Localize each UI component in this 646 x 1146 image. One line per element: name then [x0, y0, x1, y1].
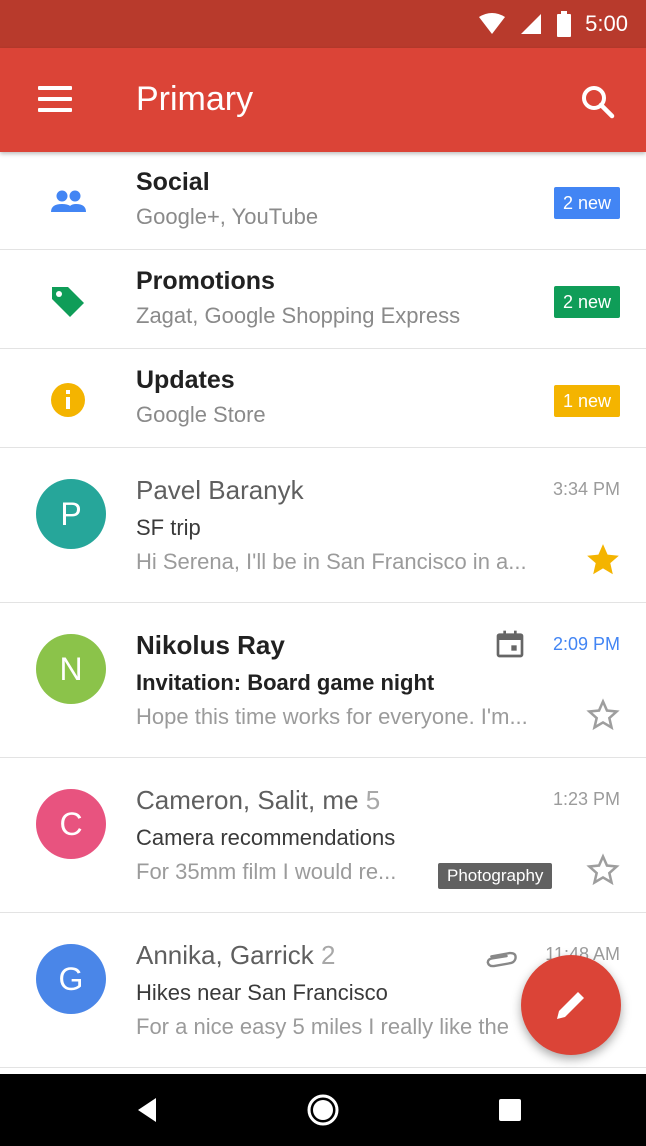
thread-count: 2	[320, 940, 336, 970]
email-snippet: For 35mm film I would re...	[136, 859, 397, 884]
search-button[interactable]	[580, 84, 616, 120]
category-title: Promotions	[136, 267, 275, 295]
email-time: 2:09 PM	[552, 634, 620, 654]
email-snippet: Hi Serena, I'll be in San Francisco in a…	[136, 549, 527, 574]
page-title: Primary	[136, 80, 254, 118]
home-icon[interactable]	[305, 1092, 341, 1128]
email-sender: Annika, Garrick 2	[136, 940, 336, 970]
category-updates[interactable]: Updates Google Store 1 new	[0, 350, 646, 448]
email-sender: Pavel Baranyk	[136, 475, 304, 505]
thread-count: 5	[365, 785, 381, 815]
star-filled-icon[interactable]	[584, 541, 622, 579]
email-sender: Cameron, Salit, me 5	[136, 785, 381, 815]
email-row[interactable]: N Nikolus Ray 2:09 PM Invitation: Board …	[0, 604, 646, 758]
battery-icon	[557, 11, 572, 37]
email-time: 3:34 PM	[552, 479, 620, 499]
email-subject: Hikes near San Francisco	[136, 980, 388, 1005]
category-social[interactable]: Social Google+, YouTube 2 new	[0, 152, 646, 250]
app-bar: Primary	[0, 48, 646, 152]
compose-button[interactable]	[521, 955, 621, 1055]
avatar[interactable]: N	[36, 634, 106, 704]
inbox-list: Social Google+, YouTube 2 new Promotions…	[0, 152, 646, 1072]
attachment-icon	[486, 951, 517, 968]
email-subject: SF trip	[136, 515, 201, 540]
email-subject: Invitation: Board game night	[136, 670, 435, 695]
email-snippet: Hope this time works for everyone. I'm..…	[136, 704, 528, 729]
system-nav-bar	[0, 1074, 646, 1146]
new-count-badge: 2 new	[553, 187, 620, 219]
people-icon	[51, 190, 86, 212]
wifi-icon	[479, 13, 506, 34]
star-outline-icon[interactable]	[584, 696, 622, 734]
calendar-icon	[496, 630, 524, 658]
hamburger-icon	[38, 86, 72, 90]
search-icon	[582, 86, 615, 119]
cellular-signal-icon	[521, 14, 542, 34]
recents-icon[interactable]	[492, 1092, 528, 1128]
pencil-icon	[557, 992, 584, 1019]
back-icon[interactable]	[130, 1092, 166, 1128]
category-subtitle: Zagat, Google Shopping Express	[136, 303, 461, 328]
email-row[interactable]: C Cameron, Salit, me 5 1:23 PM Camera re…	[0, 759, 646, 913]
email-subject: Camera recommendations	[136, 825, 396, 850]
email-snippet: For a nice easy 5 miles I really like th…	[136, 1014, 509, 1039]
new-count-badge: 1 new	[553, 385, 620, 417]
info-icon	[51, 383, 85, 417]
status-icons: 5:00	[479, 10, 628, 38]
category-subtitle: Google Store	[136, 402, 266, 427]
category-title: Social	[136, 168, 210, 196]
category-promotions[interactable]: Promotions Zagat, Google Shopping Expres…	[0, 251, 646, 349]
star-outline-icon[interactable]	[584, 851, 622, 889]
category-subtitle: Google+, YouTube	[136, 204, 319, 229]
avatar[interactable]: P	[36, 479, 106, 549]
avatar[interactable]: C	[36, 789, 106, 859]
status-time: 5:00	[585, 11, 628, 36]
label-chip: Photography	[438, 863, 553, 889]
avatar[interactable]: G	[36, 944, 106, 1014]
email-sender: Nikolus Ray	[136, 630, 285, 660]
new-count-badge: 2 new	[553, 286, 620, 318]
status-bar: 5:00	[0, 0, 646, 48]
tag-icon	[52, 287, 84, 317]
email-time: 1:23 PM	[552, 789, 620, 809]
category-title: Updates	[136, 366, 235, 394]
email-row[interactable]: P Pavel Baranyk 3:34 PM SF trip Hi Seren…	[0, 449, 646, 603]
menu-button[interactable]	[38, 86, 74, 114]
